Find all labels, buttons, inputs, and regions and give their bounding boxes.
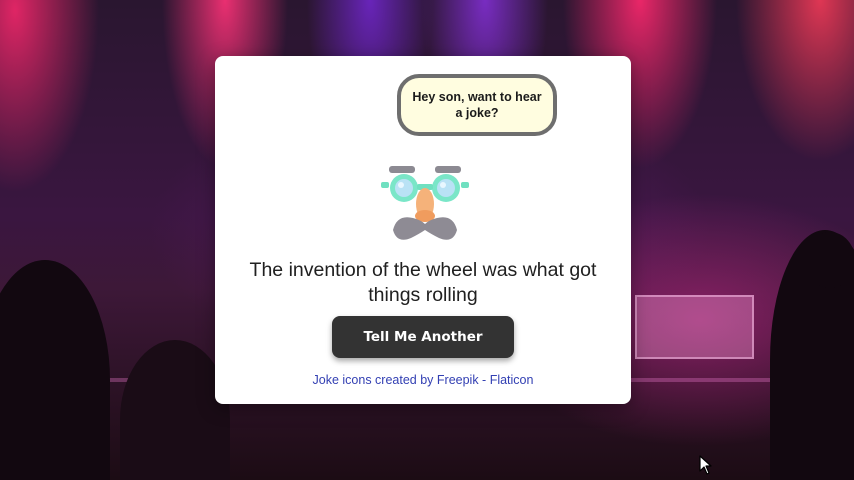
- tell-me-another-button[interactable]: Tell Me Another: [332, 316, 514, 358]
- stage-screen: [635, 295, 754, 359]
- joke-card: Hey son, want to hear a joke? The invent…: [215, 56, 631, 404]
- joke-text: The invention of the wheel was what got …: [249, 259, 597, 306]
- mouse-pointer-icon: [699, 455, 712, 475]
- disguise-glasses-mustache-icon: [381, 166, 469, 240]
- audience-head-right: [805, 232, 854, 288]
- speech-bubble-text: Hey son, want to hear a joke?: [412, 90, 542, 120]
- flaticon-credit-link[interactable]: Joke icons created by Freepik - Flaticon: [215, 373, 631, 387]
- speech-bubble: Hey son, want to hear a joke?: [397, 74, 557, 136]
